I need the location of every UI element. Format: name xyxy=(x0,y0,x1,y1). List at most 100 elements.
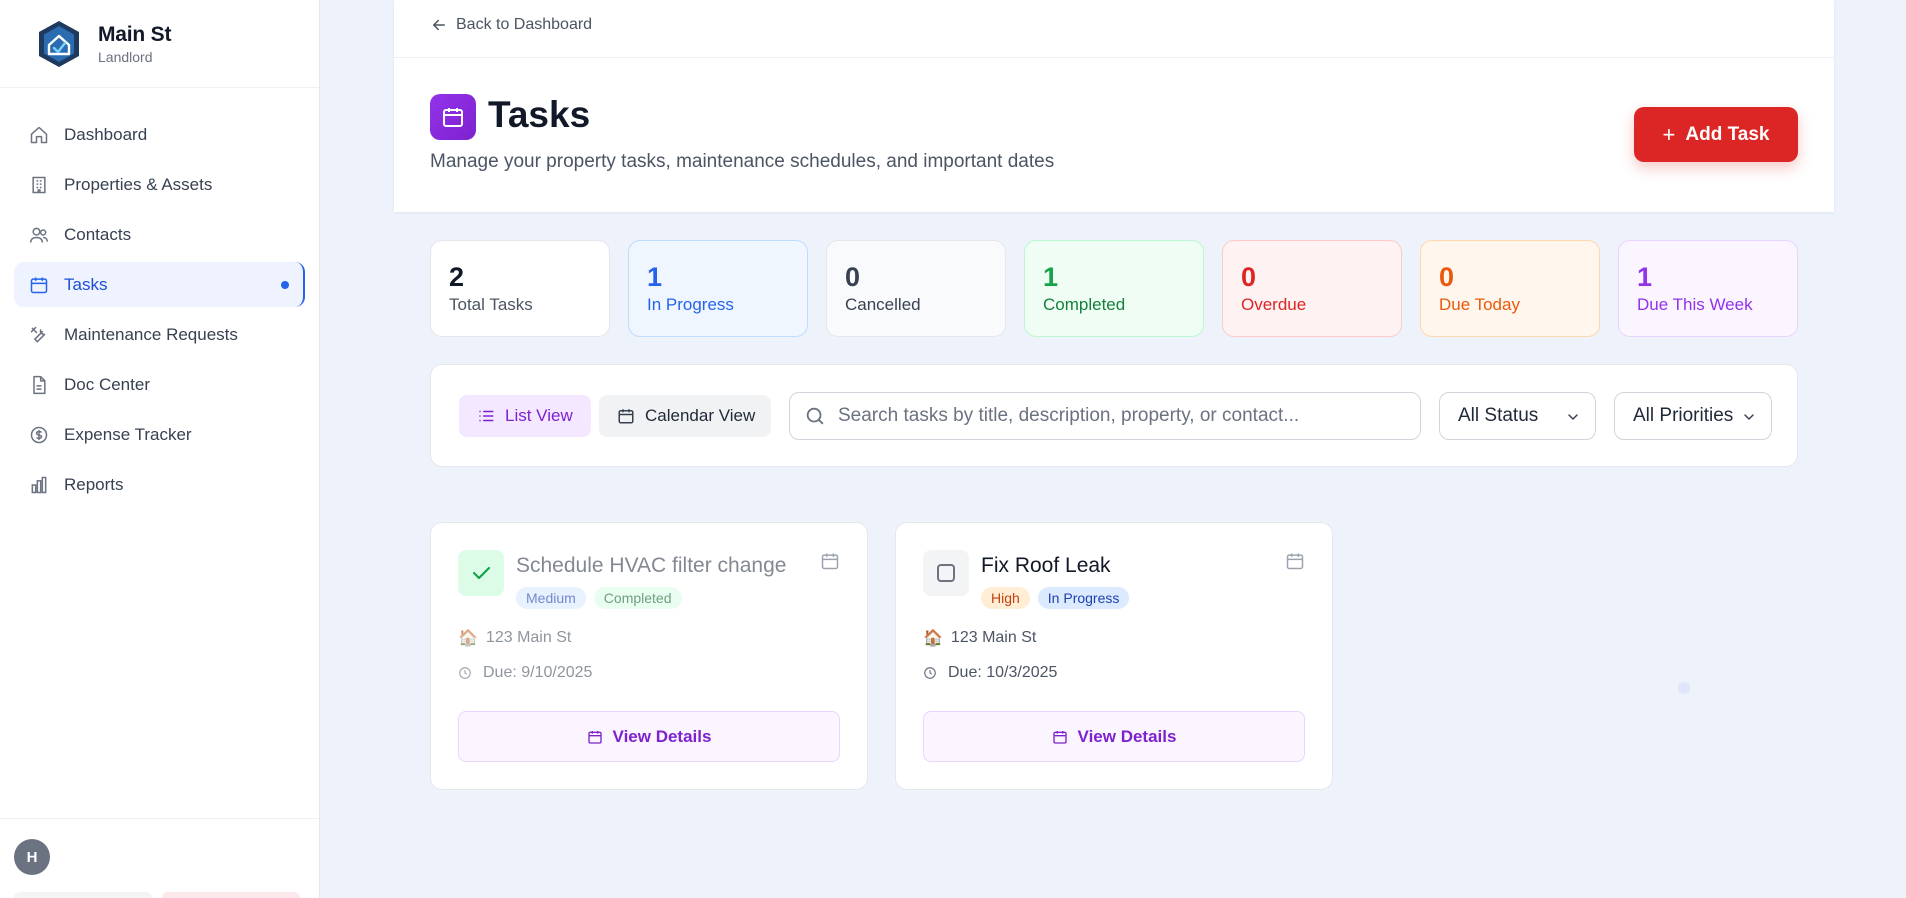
calendar-icon[interactable] xyxy=(1285,551,1305,571)
task-title: Fix Roof Leak xyxy=(981,554,1111,577)
stat-card-due-today: 0 Due Today xyxy=(1420,240,1600,337)
header-divider xyxy=(394,57,1834,58)
task-property-label: 123 Main St xyxy=(950,629,1037,646)
stat-label: Total Tasks xyxy=(449,295,533,314)
task-complete-toggle[interactable] xyxy=(458,550,504,596)
sidebar-item-label: Doc Center xyxy=(64,374,150,394)
chevron-down-icon xyxy=(1568,414,1578,420)
task-card[interactable]: Schedule HVAC filter change Medium Compl… xyxy=(430,522,868,790)
tools-icon xyxy=(28,324,50,346)
sidebar-item-label: Maintenance Requests xyxy=(64,324,238,344)
stat-label: Cancelled xyxy=(845,295,921,314)
stat-label: Overdue xyxy=(1241,295,1307,314)
calendar-icon xyxy=(1052,730,1067,744)
brand-name: Main St xyxy=(98,22,172,46)
sidebar-item-maintenance[interactable]: Maintenance Requests xyxy=(14,312,305,357)
sidebar-item-label: Dashboard xyxy=(64,124,148,144)
view-details-button[interactable]: View Details xyxy=(458,711,840,762)
page-title: Tasks xyxy=(488,94,591,135)
stat-value: 1 xyxy=(647,262,663,292)
stat-value: 0 xyxy=(1241,262,1257,292)
list-view-button[interactable]: List View xyxy=(459,395,591,437)
priority-badge: High xyxy=(981,587,1030,609)
view-details-button[interactable]: View Details xyxy=(923,711,1305,762)
stat-label: Due This Week xyxy=(1637,295,1753,314)
list-view-label: List View xyxy=(505,406,573,425)
task-stats: 2 Total Tasks 1 In Progress 0 Cancelled … xyxy=(430,240,1798,338)
search-input[interactable]: Search tasks by title, description, prop… xyxy=(789,392,1421,440)
calendar-icon[interactable] xyxy=(820,551,840,571)
sidebar-item-properties[interactable]: Properties & Assets xyxy=(14,162,305,207)
status-badge: Completed xyxy=(593,587,682,609)
sidebar-nav: Dashboard Properties & Assets Contacts T… xyxy=(0,88,319,507)
stat-card-cancelled: 0 Cancelled xyxy=(826,240,1006,337)
sidebar-item-label: Properties & Assets xyxy=(64,174,213,194)
sidebar-item-dashboard[interactable]: Dashboard xyxy=(14,112,305,157)
task-due-date: Due: 9/10/2025 xyxy=(458,664,592,682)
add-task-label: Add Task xyxy=(1685,123,1770,145)
stat-label: Completed xyxy=(1043,295,1126,314)
arrow-left-icon xyxy=(433,19,445,31)
add-task-button[interactable]: + Add Task xyxy=(1634,107,1798,162)
house-logo-icon xyxy=(36,19,82,69)
stat-card-in-progress: 1 In Progress xyxy=(628,240,808,337)
clock-icon xyxy=(924,667,936,679)
task-badges: High In Progress xyxy=(981,587,1130,609)
status-filter-select[interactable]: All Status xyxy=(1439,392,1596,440)
dollar-icon xyxy=(28,424,50,446)
sidebar-item-label: Expense Tracker xyxy=(64,424,192,444)
bar-chart-icon xyxy=(28,474,50,496)
stat-card-total: 2 Total Tasks xyxy=(430,240,610,337)
task-complete-toggle[interactable] xyxy=(923,550,969,596)
house-icon: 🏠 xyxy=(923,630,943,647)
page-subtitle: Manage your property tasks, maintenance … xyxy=(430,151,1055,172)
status-badge: In Progress xyxy=(1037,587,1130,609)
sidebar-item-reports[interactable]: Reports xyxy=(14,462,305,507)
task-due-date: Due: 10/3/2025 xyxy=(923,664,1057,682)
sidebar-item-label: Tasks xyxy=(64,274,108,294)
avatar[interactable]: H xyxy=(14,839,50,875)
stat-value: 2 xyxy=(449,262,465,292)
stat-value: 0 xyxy=(845,262,861,292)
sidebar-item-label: Reports xyxy=(64,474,124,494)
stat-label: Due Today xyxy=(1439,295,1520,314)
active-indicator-dot xyxy=(281,280,289,289)
sidebar-footer: H xyxy=(0,818,319,898)
priority-filter-select[interactable]: All Priorities xyxy=(1614,392,1772,440)
search-icon xyxy=(806,407,824,425)
back-link-label: Back to Dashboard xyxy=(456,16,593,33)
users-icon xyxy=(28,224,50,246)
checkbox-icon xyxy=(937,564,955,582)
task-property: 🏠 123 Main St xyxy=(458,628,571,648)
task-property: 🏠 123 Main St xyxy=(923,628,1036,648)
chevron-down-icon xyxy=(1744,414,1754,420)
brand-header[interactable]: Main St Landlord xyxy=(0,0,319,88)
calendar-icon xyxy=(28,274,50,296)
stat-card-completed: 1 Completed xyxy=(1024,240,1204,337)
task-badges: Medium Completed xyxy=(516,587,682,609)
stat-card-due-this-week: 1 Due This Week xyxy=(1618,240,1798,337)
document-icon xyxy=(28,374,50,396)
sidebar: Main St Landlord Dashboard Properties & … xyxy=(0,0,320,898)
back-to-dashboard-link[interactable]: Back to Dashboard xyxy=(430,16,592,34)
sidebar-item-doc-center[interactable]: Doc Center xyxy=(14,362,305,407)
sidebar-item-expense-tracker[interactable]: Expense Tracker xyxy=(14,412,305,457)
task-title: Schedule HVAC filter change xyxy=(516,554,787,577)
page-header: Back to Dashboard Tasks Manage your prop… xyxy=(394,0,1834,212)
house-icon: 🏠 xyxy=(458,630,478,647)
priority-filter-value: All Priorities xyxy=(1633,405,1734,426)
sidebar-item-tasks[interactable]: Tasks xyxy=(14,262,305,307)
check-icon xyxy=(472,566,491,580)
background-decoration xyxy=(1678,682,1690,694)
calendar-view-button[interactable]: Calendar View xyxy=(599,395,771,437)
sidebar-item-contacts[interactable]: Contacts xyxy=(14,212,305,257)
view-details-label: View Details xyxy=(1077,726,1177,746)
footer-button-logout[interactable] xyxy=(162,892,300,898)
view-details-label: View Details xyxy=(612,726,712,746)
plus-icon: + xyxy=(1662,121,1676,147)
task-due-label: Due: 10/3/2025 xyxy=(948,664,1058,681)
task-card[interactable]: Fix Roof Leak High In Progress 🏠 123 Mai… xyxy=(895,522,1333,790)
footer-button-secondary[interactable] xyxy=(14,892,152,898)
stat-value: 1 xyxy=(1043,262,1059,292)
search-placeholder: Search tasks by title, description, prop… xyxy=(838,405,1300,426)
